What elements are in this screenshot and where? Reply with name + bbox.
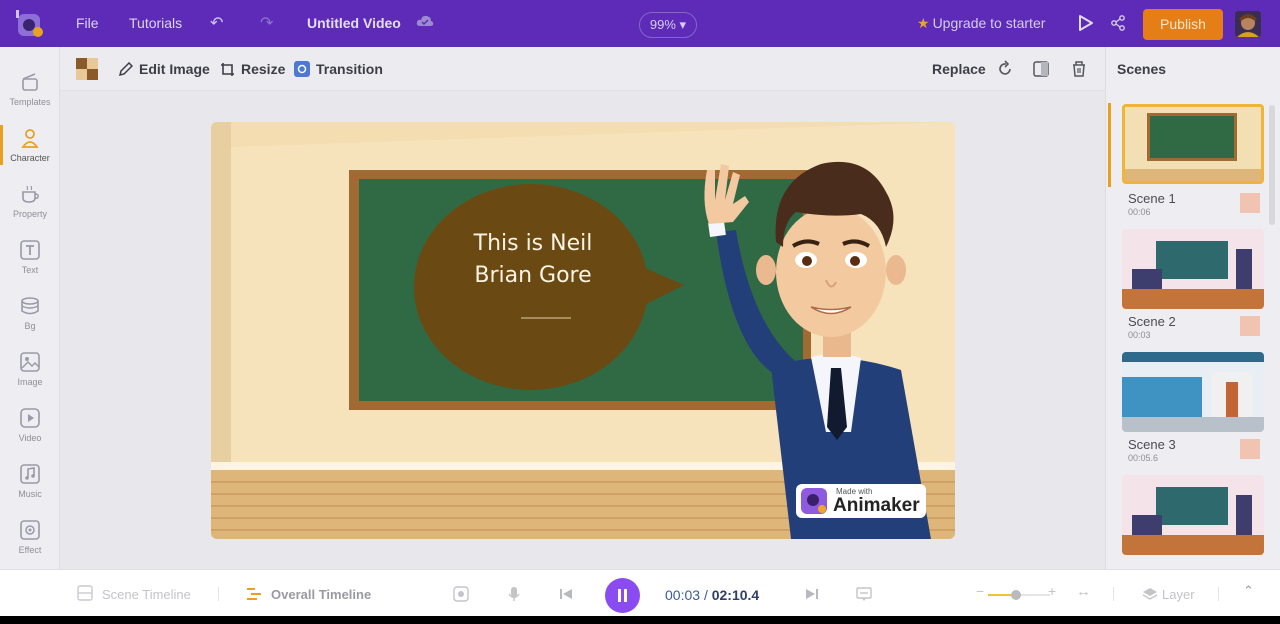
- pencil-icon: [118, 62, 133, 77]
- character-icon: [21, 129, 39, 148]
- scenes-title: Scenes: [1117, 61, 1167, 77]
- upgrade-link[interactable]: ★ Upgrade to starter: [917, 15, 1045, 32]
- delete-trash-icon[interactable]: [1070, 60, 1088, 78]
- scene-thumbnail-3[interactable]: [1122, 352, 1264, 432]
- active-scene-indicator: [1108, 103, 1111, 187]
- classroom-scene-illustration: [211, 122, 955, 539]
- flip-icon[interactable]: [1032, 60, 1050, 78]
- scene-timeline-tab[interactable]: Scene Timeline: [102, 587, 191, 602]
- scene-duration-3: 00:05.6: [1128, 453, 1159, 463]
- camera-focus-icon[interactable]: [453, 586, 469, 602]
- sidebar-item-effect[interactable]: Effect: [0, 519, 60, 555]
- replace-button[interactable]: Replace: [932, 61, 986, 77]
- scene-duration-1: 00:06: [1128, 207, 1151, 217]
- sidebar-item-video[interactable]: Video: [0, 407, 60, 443]
- resize-crop-icon: [221, 63, 234, 76]
- transition-button[interactable]: Transition: [294, 61, 383, 77]
- scene-thumbnail-1[interactable]: [1122, 104, 1264, 184]
- scene-name-3: Scene 3: [1128, 437, 1176, 452]
- skip-back-icon[interactable]: [558, 586, 574, 602]
- publish-button[interactable]: Publish: [1143, 9, 1223, 40]
- video-icon: [20, 408, 40, 428]
- overall-timeline-icon: [247, 588, 261, 600]
- divider: [1113, 587, 1114, 601]
- app-window: File Tutorials ↶ ↷ Untitled Video 99% ▾ …: [0, 0, 1280, 616]
- scene-thumbnail-2[interactable]: [1122, 229, 1264, 309]
- divider: [218, 587, 219, 601]
- music-icon: [20, 464, 40, 484]
- top-bar: File Tutorials ↶ ↷ Untitled Video 99% ▾ …: [0, 0, 1280, 47]
- watermark-animaker: Animaker: [833, 495, 920, 516]
- left-sidebar: Templates Character Property Text Bg Ima…: [0, 47, 60, 569]
- bg-layers-icon: [21, 297, 39, 315]
- timeline-bar: Scene Timeline Overall Timeline 00:03 / …: [0, 569, 1280, 616]
- sidebar-item-image[interactable]: Image: [0, 351, 60, 387]
- user-avatar[interactable]: [1235, 11, 1261, 37]
- resize-button[interactable]: Resize: [220, 61, 285, 77]
- tutorials-menu[interactable]: Tutorials: [129, 15, 182, 31]
- redo-icon[interactable]: ↷: [260, 13, 273, 33]
- zoom-level[interactable]: 99% ▾: [639, 12, 697, 38]
- sidebar-item-property[interactable]: Property: [0, 183, 60, 219]
- scene-canvas[interactable]: This is Neil Brian Gore Made with Animak…: [211, 122, 955, 539]
- undo-icon[interactable]: ↶: [210, 13, 223, 33]
- layer-icon: [1142, 588, 1158, 600]
- sidebar-item-music[interactable]: Music: [0, 463, 60, 499]
- sidebar-item-bg[interactable]: Bg: [0, 295, 60, 331]
- star-icon: ★: [917, 15, 930, 31]
- texture-swatch-icon[interactable]: [76, 58, 98, 80]
- file-menu[interactable]: File: [76, 15, 99, 31]
- effect-icon: [20, 520, 40, 540]
- edit-image-button[interactable]: Edit Image: [118, 61, 210, 77]
- zoom-in-icon[interactable]: +: [1048, 583, 1056, 599]
- bubble-small-text: [521, 317, 571, 319]
- speech-bubble-text[interactable]: This is Neil Brian Gore: [446, 228, 620, 292]
- microphone-icon[interactable]: [506, 586, 522, 602]
- scene-duration-2: 00:03: [1128, 330, 1151, 340]
- layer-toggle[interactable]: Layer: [1162, 587, 1195, 602]
- sidebar-item-templates[interactable]: Templates: [0, 71, 60, 107]
- scene-transition-icon-1[interactable]: [1240, 193, 1260, 213]
- collapse-chevron-up-icon[interactable]: ⌃: [1243, 583, 1254, 599]
- scenes-panel: Scenes Scene 1 00:06 Scene 2 00:03 Scene…: [1105, 47, 1280, 569]
- image-icon: [20, 352, 40, 372]
- scene-timeline-icon: [77, 585, 93, 601]
- scene-name-2: Scene 2: [1128, 314, 1176, 329]
- slider-knob[interactable]: [1011, 590, 1021, 600]
- divider: [1218, 587, 1219, 601]
- scene-thumbnail-4[interactable]: [1122, 475, 1264, 555]
- skip-forward-icon[interactable]: [804, 586, 820, 602]
- preview-play-icon[interactable]: [1076, 14, 1094, 32]
- pause-icon: [618, 589, 627, 602]
- project-title[interactable]: Untitled Video: [307, 15, 401, 31]
- zoom-out-icon[interactable]: −: [976, 583, 984, 599]
- scene-transition-icon-2[interactable]: [1240, 316, 1260, 336]
- property-cup-icon: [22, 185, 39, 203]
- templates-icon: [22, 73, 38, 91]
- sidebar-item-character[interactable]: Character: [0, 127, 60, 163]
- text-icon: [20, 240, 40, 260]
- scene-transition-icon-3[interactable]: [1240, 439, 1260, 459]
- sidebar-item-text[interactable]: Text: [0, 239, 60, 275]
- rotate-icon[interactable]: [996, 60, 1014, 78]
- share-icon[interactable]: [1110, 15, 1126, 31]
- animaker-logo-icon[interactable]: [14, 8, 46, 40]
- fit-width-icon[interactable]: ↔: [1076, 583, 1091, 600]
- transition-icon: [294, 61, 310, 77]
- pause-button[interactable]: [605, 578, 640, 613]
- scenes-scrollbar[interactable]: [1269, 105, 1275, 225]
- overall-timeline-tab[interactable]: Overall Timeline: [271, 587, 371, 602]
- subtitle-icon[interactable]: [856, 586, 872, 602]
- cloud-saved-icon: [416, 15, 434, 26]
- playback-time: 00:03 / 02:10.4: [665, 587, 760, 603]
- element-toolbar: Edit Image Resize Transition Replace: [60, 47, 1105, 91]
- scene-name-1: Scene 1: [1128, 191, 1176, 206]
